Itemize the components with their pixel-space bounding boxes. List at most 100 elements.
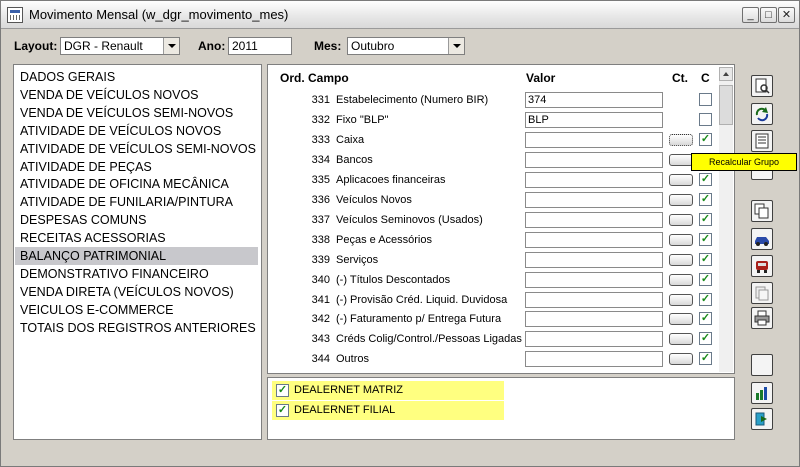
blank-button[interactable]: [751, 354, 773, 376]
row-ord: 338: [311, 233, 330, 246]
row-ct-button[interactable]: [669, 233, 693, 246]
row-c-checkbox[interactable]: ✓: [699, 212, 712, 226]
scroll-thumb[interactable]: [719, 85, 733, 125]
recalculate-group-button[interactable]: [751, 130, 773, 152]
row-c-checkbox[interactable]: ✓: [699, 332, 712, 346]
grid-scrollbar[interactable]: [719, 67, 733, 372]
list-item[interactable]: ATIVIDADE DE OFICINA MECÂNICA: [15, 175, 258, 193]
row-valor-input[interactable]: [525, 231, 663, 248]
list-item[interactable]: RECEITAS ACESSORIAS: [15, 229, 258, 247]
list-item[interactable]: BALANÇO PATRIMONIAL: [15, 247, 258, 265]
list-item[interactable]: VENDA DE VEÍCULOS SEMI-NOVOS: [15, 104, 258, 122]
table-row: 336 Veículos Novos ✓: [268, 190, 718, 210]
scroll-up-button[interactable]: [719, 67, 733, 81]
row-valor-input[interactable]: [525, 151, 663, 168]
row-valor-input[interactable]: BLP: [525, 111, 663, 128]
row-valor-input[interactable]: [525, 171, 663, 188]
row-c-checkbox[interactable]: ✓: [699, 192, 712, 206]
row-valor-input[interactable]: [525, 211, 663, 228]
layout-dropdown[interactable]: DGR - Renault: [60, 37, 180, 55]
row-c-checkbox[interactable]: ✓: [699, 132, 712, 146]
list-item[interactable]: ATIVIDADE DE FUNILARIA/PINTURA: [15, 193, 258, 211]
chevron-down-icon[interactable]: [448, 38, 464, 54]
row-c-checkbox[interactable]: ✓: [699, 292, 712, 306]
exit-button[interactable]: [751, 408, 773, 430]
row-campo: (-) Títulos Descontados: [336, 273, 451, 286]
row-c-checkbox[interactable]: ✓: [699, 252, 712, 266]
list-item[interactable]: ATIVIDADE DE PEÇAS: [15, 158, 258, 176]
row-ct-button[interactable]: [669, 213, 693, 226]
print-preview-button[interactable]: [751, 75, 773, 97]
row-ct-button[interactable]: [669, 333, 693, 346]
chevron-down-icon[interactable]: [163, 38, 179, 54]
document-button[interactable]: [751, 282, 773, 304]
row-ct-button[interactable]: [669, 133, 693, 146]
list-item[interactable]: VEICULOS E-COMMERCE: [15, 301, 258, 319]
row-valor-input[interactable]: [525, 131, 663, 148]
company-item[interactable]: ✓ DEALERNET MATRIZ: [272, 381, 504, 400]
copy-button[interactable]: [751, 200, 773, 222]
print-button[interactable]: [751, 307, 773, 329]
main-window: Movimento Mensal (w_dgr_movimento_mes) _…: [0, 0, 800, 467]
chart-button[interactable]: [751, 382, 773, 404]
refresh-button[interactable]: [751, 103, 773, 125]
company-checkbox[interactable]: ✓: [276, 404, 289, 417]
row-ct-button[interactable]: [669, 153, 693, 166]
row-valor-input[interactable]: [525, 271, 663, 288]
row-ct-button[interactable]: [669, 173, 693, 186]
row-c-checkbox[interactable]: ✓: [699, 312, 712, 326]
maximize-button[interactable]: □: [760, 7, 777, 23]
row-ct-button[interactable]: [669, 193, 693, 206]
list-item[interactable]: DESPESAS COMUNS: [15, 211, 258, 229]
row-valor-input[interactable]: [525, 291, 663, 308]
title-bar: Movimento Mensal (w_dgr_movimento_mes) _…: [1, 1, 799, 29]
ano-input[interactable]: 2011: [228, 37, 292, 55]
row-ct-button[interactable]: [669, 273, 693, 286]
row-ord: 334: [311, 153, 330, 166]
row-ord: 339: [311, 253, 330, 266]
company-checkbox[interactable]: ✓: [276, 384, 289, 397]
row-campo: Peças e Acessórios: [336, 233, 432, 246]
row-c-checkbox[interactable]: ✓: [699, 272, 712, 286]
row-valor-input[interactable]: [525, 331, 663, 348]
row-c-checkbox[interactable]: ✓: [699, 352, 712, 366]
table-row: 344 Outros ✓: [268, 349, 718, 369]
row-c-checkbox[interactable]: [699, 93, 712, 106]
close-button[interactable]: ✕: [778, 7, 795, 23]
row-valor-input[interactable]: 374: [525, 92, 663, 108]
list-item[interactable]: VENDA DIRETA (VEÍCULOS NOVOS): [15, 283, 258, 301]
list-item[interactable]: DEMONSTRATIVO FINANCEIRO: [15, 265, 258, 283]
mes-dropdown[interactable]: Outubro: [347, 37, 465, 55]
row-ord: 336: [311, 193, 330, 206]
row-campo: Estabelecimento (Numero BIR): [336, 94, 489, 106]
layout-value: DGR - Renault: [64, 39, 143, 53]
list-item[interactable]: DADOS GERAIS: [15, 68, 258, 86]
list-item[interactable]: ATIVIDADE DE VEÍCULOS NOVOS: [15, 122, 258, 140]
row-c-checkbox[interactable]: ✓: [699, 172, 712, 186]
row-valor-input[interactable]: [525, 351, 663, 368]
list-item[interactable]: VENDA DE VEÍCULOS NOVOS: [15, 86, 258, 104]
row-valor-input[interactable]: [525, 251, 663, 268]
chart-icon: [756, 387, 767, 400]
fields-grid: Ord. Campo Valor Ct. C 331 Estabeleciment…: [267, 64, 735, 374]
row-c-checkbox[interactable]: [699, 112, 712, 126]
vehicle-button[interactable]: [751, 255, 773, 277]
company-item[interactable]: ✓ DEALERNET FILIAL: [272, 401, 504, 420]
list-item[interactable]: ATIVIDADE DE VEÍCULOS SEMI-NOVOS: [15, 140, 258, 158]
table-row: 338 Peças e Acessórios ✓: [268, 230, 718, 250]
printer-icon: [754, 310, 770, 326]
row-ct-button[interactable]: [669, 353, 693, 366]
window-title: Movimento Mensal (w_dgr_movimento_mes): [29, 7, 289, 22]
row-ct-button[interactable]: [669, 313, 693, 326]
list-item[interactable]: TOTAIS DOS REGISTROS ANTERIORES: [15, 319, 258, 337]
row-campo: Outros: [336, 353, 370, 366]
row-valor-input[interactable]: [525, 311, 663, 328]
minimize-button[interactable]: _: [742, 7, 759, 23]
row-c-checkbox[interactable]: ✓: [699, 232, 712, 246]
row-ord: 337: [311, 213, 330, 226]
row-ct-button[interactable]: [669, 293, 693, 306]
row-ct-button[interactable]: [669, 253, 693, 266]
row-valor-input[interactable]: [525, 191, 663, 208]
car-button[interactable]: [751, 228, 773, 250]
table-row: 342 (-) Faturamento p/ Entrega Futura ✓: [268, 309, 718, 329]
